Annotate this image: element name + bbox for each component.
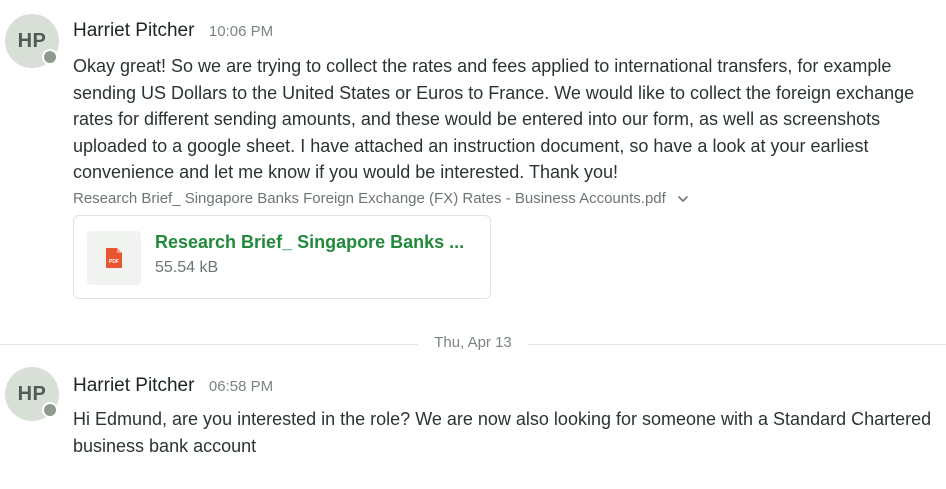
attachment-filename: Research Brief_ Singapore Banks Foreign … bbox=[73, 190, 666, 207]
chevron-down-icon[interactable] bbox=[676, 192, 690, 206]
message-header: Harriet Pitcher 10:06 PM bbox=[73, 20, 273, 42]
avatar-initials: HP bbox=[17, 29, 47, 52]
message-header: Harriet Pitcher 06:58 PM bbox=[73, 375, 273, 397]
timestamp[interactable]: 10:06 PM bbox=[209, 23, 273, 40]
timestamp[interactable]: 06:58 PM bbox=[209, 378, 273, 395]
attachment-size: 55.54 kB bbox=[155, 259, 219, 276]
presence-indicator bbox=[42, 402, 58, 418]
message-text: Okay great! So we are trying to collect … bbox=[73, 56, 915, 183]
pdf-icon-label: PDF bbox=[109, 259, 119, 265]
sender-name[interactable]: Harriet Pitcher bbox=[73, 20, 194, 41]
presence-indicator bbox=[42, 49, 58, 65]
attachment-filename-row[interactable]: Research Brief_ Singapore Banks Foreign … bbox=[73, 190, 690, 207]
sender-name[interactable]: Harriet Pitcher bbox=[73, 375, 194, 396]
attachment-title[interactable]: Research Brief_ Singapore Banks ... bbox=[155, 232, 480, 253]
pdf-icon: PDF bbox=[87, 231, 141, 285]
avatar[interactable]: HP bbox=[5, 14, 59, 68]
avatar[interactable]: HP bbox=[5, 367, 59, 421]
message-text: Hi Edmund, are you interested in the rol… bbox=[73, 409, 932, 456]
date-divider-label: Thu, Apr 13 bbox=[418, 334, 528, 351]
attachment-card[interactable]: PDF Research Brief_ Singapore Banks ... … bbox=[73, 215, 491, 299]
avatar-initials: HP bbox=[17, 382, 47, 405]
